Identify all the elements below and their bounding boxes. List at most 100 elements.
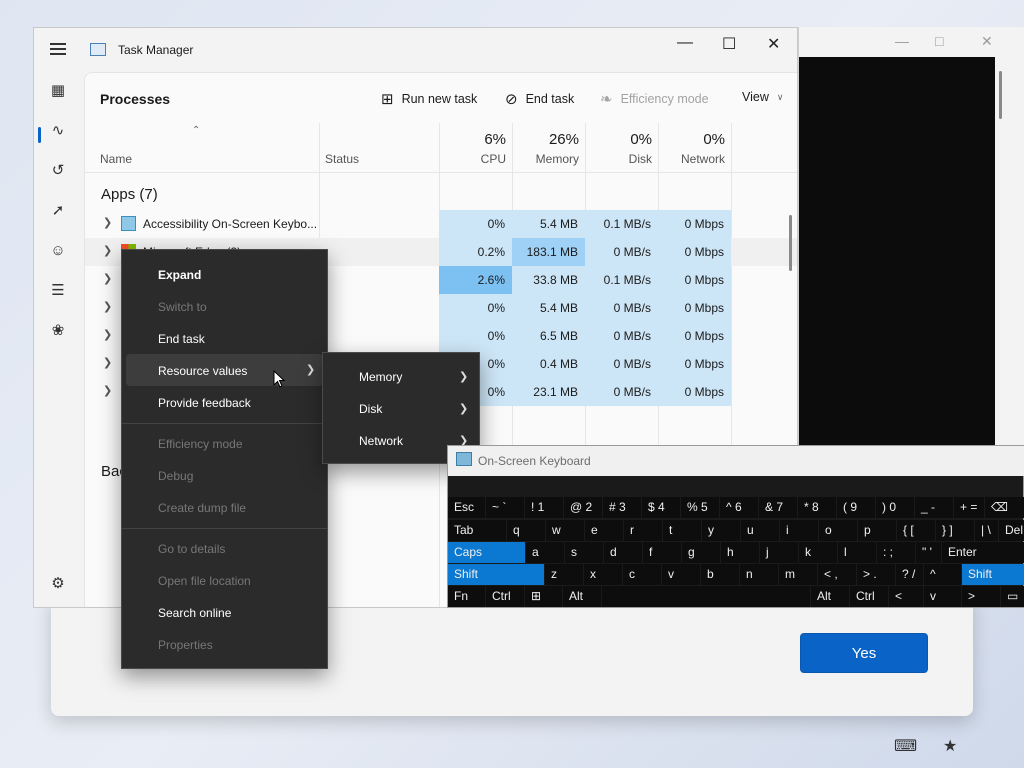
key-8[interactable]: * 8 <box>798 497 836 518</box>
key-backslash[interactable]: | \ <box>975 520 998 541</box>
accessibility-icon[interactable]: ★ <box>943 736 957 756</box>
services-icon[interactable]: ❀ <box>48 321 68 341</box>
key-3[interactable]: # 3 <box>603 497 641 518</box>
key-tilde[interactable]: ~ ` <box>486 497 524 518</box>
key-semicolon[interactable]: : ; <box>877 542 915 563</box>
key-left-alt[interactable]: Alt <box>563 586 601 607</box>
key-1[interactable]: ! 1 <box>525 497 563 518</box>
chevron-right-icon[interactable]: ❯ <box>103 328 112 341</box>
key-5[interactable]: % 5 <box>681 497 719 518</box>
submenu-item-network[interactable]: Network <box>359 434 403 448</box>
key-left-ctrl[interactable]: Ctrl <box>486 586 524 607</box>
key-a[interactable]: a <box>526 542 564 563</box>
key-comma[interactable]: < , <box>818 564 856 585</box>
details-icon[interactable]: ☰ <box>48 281 68 301</box>
key-m[interactable]: m <box>779 564 817 585</box>
key-i[interactable]: i <box>780 520 818 541</box>
scrollbar[interactable] <box>999 71 1002 119</box>
key-t[interactable]: t <box>663 520 701 541</box>
key-tab[interactable]: Tab <box>448 520 506 541</box>
menu-item-properties[interactable]: Properties <box>158 638 213 652</box>
key-down-arrow[interactable]: v <box>924 586 961 607</box>
key-backspace[interactable]: ⌫ <box>985 497 1024 518</box>
table-row[interactable]: ❯ Accessibility On-Screen Keybo... 0% 5.… <box>85 210 797 238</box>
startup-apps-icon[interactable]: ➚ <box>48 201 68 221</box>
key-v[interactable]: v <box>662 564 700 585</box>
key-quote[interactable]: " ' <box>916 542 941 563</box>
key-b[interactable]: b <box>701 564 739 585</box>
name-column-header[interactable]: Name <box>100 123 300 173</box>
key-n[interactable]: n <box>740 564 778 585</box>
menu-item-provide-feedback[interactable]: Provide feedback <box>158 396 251 410</box>
key-2[interactable]: @ 2 <box>564 497 602 518</box>
key-q[interactable]: q <box>507 520 545 541</box>
key-fn[interactable]: Fn <box>448 586 485 607</box>
key-4[interactable]: $ 4 <box>642 497 680 518</box>
key-o[interactable]: o <box>819 520 857 541</box>
chevron-right-icon[interactable]: ❯ <box>103 384 112 397</box>
key-equals[interactable]: + = <box>954 497 984 518</box>
efficiency-mode-button[interactable]: ❧ Efficiency mode <box>600 90 709 108</box>
key-r[interactable]: r <box>624 520 662 541</box>
key-left-arrow[interactable]: < <box>889 586 923 607</box>
key-f[interactable]: f <box>643 542 681 563</box>
key-w[interactable]: w <box>546 520 584 541</box>
key-x[interactable]: x <box>584 564 622 585</box>
chevron-right-icon[interactable]: ❯ <box>103 216 112 229</box>
key-space[interactable] <box>602 586 810 607</box>
key-s[interactable]: s <box>565 542 603 563</box>
hamburger-menu-icon[interactable] <box>50 43 66 55</box>
disk-column-header[interactable]: 0% Disk <box>585 123 652 173</box>
submenu-item-memory[interactable]: Memory <box>359 370 402 384</box>
menu-item-go-to-details[interactable]: Go to details <box>158 542 225 556</box>
key-caps[interactable]: Caps <box>448 542 525 563</box>
key-y[interactable]: y <box>702 520 740 541</box>
menu-item-debug[interactable]: Debug <box>158 469 193 483</box>
key-period[interactable]: > . <box>857 564 895 585</box>
key-9[interactable]: ( 9 <box>837 497 875 518</box>
key-right-ctrl[interactable]: Ctrl <box>850 586 888 607</box>
processes-icon[interactable]: ▦ <box>48 81 68 101</box>
memory-column-header[interactable]: 26% Memory <box>512 123 579 173</box>
yes-button[interactable]: Yes <box>800 633 928 673</box>
key-k[interactable]: k <box>799 542 837 563</box>
users-icon[interactable]: ☺ <box>48 241 68 261</box>
menu-item-create-dump-file[interactable]: Create dump file <box>158 501 246 515</box>
key-7[interactable]: & 7 <box>759 497 797 518</box>
key-h[interactable]: h <box>721 542 759 563</box>
end-task-button[interactable]: ⊘ End task <box>505 90 574 108</box>
chevron-right-icon[interactable]: ❯ <box>103 244 112 257</box>
menu-item-expand[interactable]: Expand <box>158 268 201 282</box>
chevron-right-icon[interactable]: ❯ <box>103 272 112 285</box>
key-minus[interactable]: _ - <box>915 497 953 518</box>
key-e[interactable]: e <box>585 520 623 541</box>
submenu-item-disk[interactable]: Disk <box>359 402 382 416</box>
menu-item-efficiency-mode[interactable]: Efficiency mode <box>158 437 243 451</box>
key-left-shift[interactable]: Shift <box>448 564 544 585</box>
menu-item-search-online[interactable]: Search online <box>158 606 231 620</box>
maximize-icon[interactable]: ☐ <box>722 34 736 54</box>
key-c[interactable]: c <box>623 564 661 585</box>
chevron-right-icon[interactable]: ❯ <box>103 300 112 313</box>
status-column-header[interactable]: Status <box>325 123 435 173</box>
maximize-icon[interactable]: □ <box>935 33 943 49</box>
key-d[interactable]: d <box>604 542 642 563</box>
key-p[interactable]: p <box>858 520 896 541</box>
scrollbar[interactable] <box>789 215 792 271</box>
close-icon[interactable]: ✕ <box>981 33 993 50</box>
key-right-arrow[interactable]: > <box>962 586 1000 607</box>
key-g[interactable]: g <box>682 542 720 563</box>
run-new-task-button[interactable]: ⊞ Run new task <box>381 90 477 108</box>
menu-item-end-task[interactable]: End task <box>158 332 205 346</box>
cpu-column-header[interactable]: 6% CPU <box>439 123 506 173</box>
key-0[interactable]: ) 0 <box>876 497 914 518</box>
key-slash[interactable]: ? / <box>896 564 923 585</box>
close-icon[interactable]: ✕ <box>767 34 780 54</box>
key-esc[interactable]: Esc <box>448 497 485 518</box>
key-j[interactable]: j <box>760 542 798 563</box>
network-column-header[interactable]: 0% Network <box>658 123 725 173</box>
key-del[interactable]: Del <box>999 520 1024 541</box>
key-u[interactable]: u <box>741 520 779 541</box>
minimize-icon[interactable]: — <box>677 34 693 52</box>
key-up-arrow[interactable]: ^ <box>924 564 961 585</box>
